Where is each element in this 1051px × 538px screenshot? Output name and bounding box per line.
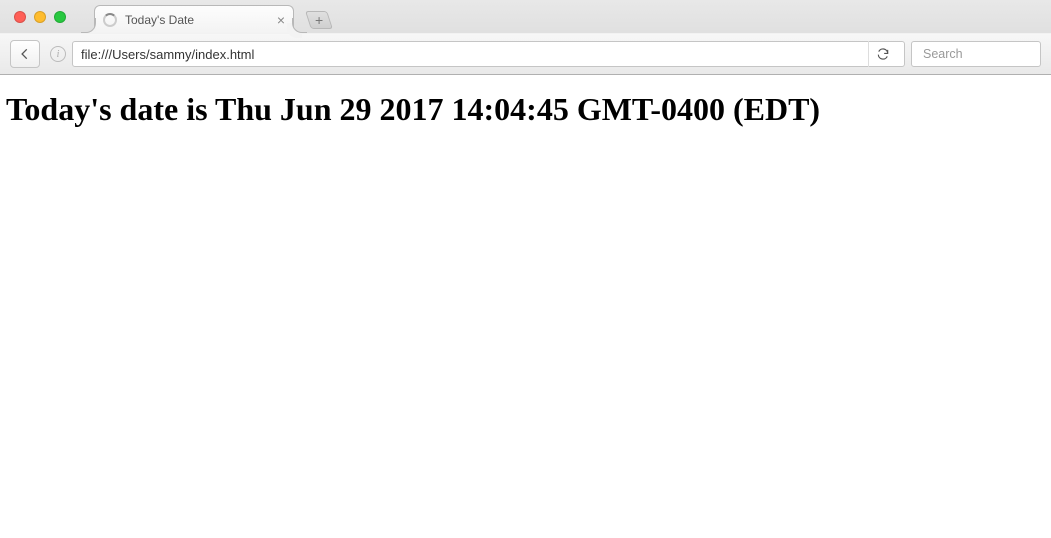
url-input[interactable] [81, 47, 864, 62]
window-close-button[interactable] [14, 11, 26, 23]
navigation-toolbar: i [0, 33, 1051, 74]
plus-icon: + [315, 12, 323, 28]
page-content: Today's date is Thu Jun 29 2017 14:04:45… [0, 75, 1051, 144]
window-controls [8, 11, 76, 33]
search-input[interactable] [923, 47, 1051, 61]
site-info-icon[interactable]: i [50, 46, 66, 62]
back-button[interactable] [10, 40, 40, 68]
page-heading: Today's date is Thu Jun 29 2017 14:04:45… [6, 91, 1045, 128]
tab-loading-spinner-icon [103, 13, 117, 27]
tab-strip: Today's Date × + [0, 0, 1051, 33]
reload-button[interactable] [868, 41, 896, 67]
arrow-left-icon [18, 47, 32, 61]
search-bar[interactable] [911, 41, 1041, 67]
browser-chrome: Today's Date × + i [0, 0, 1051, 75]
window-minimize-button[interactable] [34, 11, 46, 23]
tab-title: Today's Date [125, 13, 194, 27]
reload-icon [876, 47, 890, 61]
tab-close-button[interactable]: × [277, 13, 285, 27]
address-bar[interactable] [72, 41, 905, 67]
new-tab-button[interactable]: + [305, 11, 333, 29]
window-zoom-button[interactable] [54, 11, 66, 23]
browser-tab-active[interactable]: Today's Date × [94, 5, 294, 33]
